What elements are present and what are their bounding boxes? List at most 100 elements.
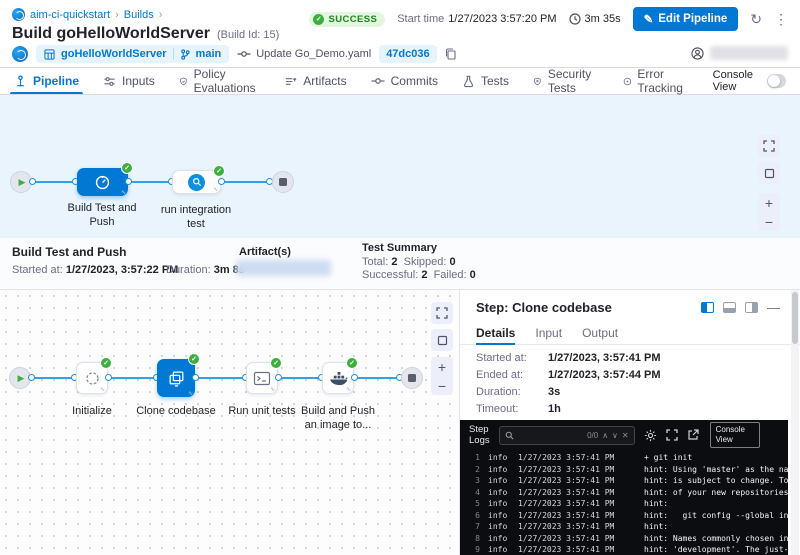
connector xyxy=(108,377,157,379)
tab-output[interactable]: Output xyxy=(582,321,618,344)
tab-details[interactable]: Details xyxy=(476,321,515,344)
log-line: 7info1/27/2023 3:57:41 PMhint: xyxy=(468,521,788,533)
log-settings-gear-icon[interactable] xyxy=(644,429,657,442)
step-label[interactable]: Initialize xyxy=(52,404,132,418)
repo-branch-pill[interactable]: goHelloWorldServer main xyxy=(36,45,229,63)
step-details-panel: Step: Clone codebase — Details Input Out… xyxy=(460,290,800,555)
check-icon: ✓ xyxy=(313,14,324,25)
step-label[interactable]: Build and Push an image to... xyxy=(288,404,388,432)
tab-policy-evaluations[interactable]: Policy Evaluations xyxy=(179,68,261,94)
step-node-initialize[interactable]: ✓ ∿ xyxy=(76,362,108,394)
tab-pipeline[interactable]: Pipeline xyxy=(14,68,79,94)
fit-view-icon xyxy=(437,335,448,346)
log-search-box[interactable]: 0/0 ∧ ∨ ✕ xyxy=(499,426,635,445)
conditional-execution-icon: ∿ xyxy=(213,186,218,193)
clock-icon xyxy=(569,13,581,25)
pencil-icon: ✎ xyxy=(644,12,654,26)
connector-port xyxy=(125,178,132,185)
tab-tests[interactable]: Tests xyxy=(462,68,509,94)
commit-message: Update Go_Demo.yaml xyxy=(237,48,371,60)
breadcrumb-builds[interactable]: Builds xyxy=(124,9,154,21)
layout-left-icon[interactable] xyxy=(701,302,714,313)
connector-port xyxy=(275,374,282,381)
inputs-icon xyxy=(103,75,116,88)
fit-view-button[interactable] xyxy=(758,162,780,184)
log-lines[interactable]: 1info1/27/2023 3:57:41 PM+ git init 2inf… xyxy=(460,450,788,555)
search-next-icon[interactable]: ∨ xyxy=(612,431,618,440)
success-check-icon: ✓ xyxy=(188,353,200,365)
scrollbar-thumb[interactable] xyxy=(792,292,798,344)
search-prev-icon[interactable]: ∧ xyxy=(602,431,608,440)
step-graph-canvas[interactable]: ▶ ✓ ∿ ✓ ∿ ✓ ∿ ✓ ∿ xyxy=(0,290,460,555)
tab-inputs[interactable]: Inputs xyxy=(103,68,155,94)
docker-whale-icon xyxy=(329,371,348,386)
stage-label[interactable]: Build Test and Push xyxy=(52,201,152,229)
build-id: (Build Id: 15) xyxy=(217,29,279,41)
fullscreen-button[interactable] xyxy=(431,302,453,324)
user-icon xyxy=(691,47,704,60)
log-external-link-icon[interactable] xyxy=(687,429,699,441)
shield-check-icon xyxy=(179,75,188,88)
step-label[interactable]: Clone codebase xyxy=(126,404,226,418)
stage-node-build-test-and-push[interactable]: ✓ ∿ xyxy=(77,168,128,196)
commit-sha[interactable]: 47dc036 xyxy=(379,45,436,63)
branch-name[interactable]: main xyxy=(196,48,222,60)
clone-codebase-icon xyxy=(167,369,186,388)
layout-bottom-icon[interactable] xyxy=(723,302,736,313)
fit-view-button[interactable] xyxy=(431,329,453,351)
vertical-scrollbar[interactable] xyxy=(791,290,799,555)
stage-node-run-integration-test[interactable]: ✓ ∿ xyxy=(172,170,221,194)
collapse-panel-icon[interactable]: — xyxy=(767,301,780,314)
fullscreen-button[interactable] xyxy=(758,135,780,157)
shield-icon xyxy=(533,75,542,88)
conditional-execution-icon: ∿ xyxy=(346,386,351,393)
zoom-out-button[interactable]: − xyxy=(431,376,453,395)
elapsed-duration: 3m 35s xyxy=(569,13,621,25)
console-view-button[interactable]: Console View xyxy=(710,422,760,448)
pipeline-icon xyxy=(14,75,27,88)
stage-graph-canvas[interactable]: ▶ ✓ ∿ ✓ ∿ Build Test and Push run integr… xyxy=(0,95,800,238)
fullscreen-icon xyxy=(763,140,775,152)
search-icon xyxy=(505,431,514,440)
tab-security-tests[interactable]: Security Tests xyxy=(533,68,599,94)
stage-details-bar: Build Test and Push Started at: 1/27/202… xyxy=(0,238,800,290)
console-view-label: Console View xyxy=(713,69,761,93)
artifact-link-redacted[interactable] xyxy=(236,260,331,276)
step-node-clone-codebase[interactable]: ✓ ∿ xyxy=(157,359,195,397)
conditional-execution-icon: ∿ xyxy=(100,386,105,393)
kebab-menu-icon[interactable]: ⋮ xyxy=(774,12,788,26)
connector xyxy=(128,181,172,183)
log-search-input[interactable] xyxy=(518,430,583,440)
tab-error-tracking[interactable]: Error Tracking xyxy=(623,68,689,94)
refresh-icon[interactable]: ↻ xyxy=(750,12,762,26)
log-line: 5info1/27/2023 3:57:41 PMhint: xyxy=(468,498,788,510)
console-view-toggle[interactable] xyxy=(767,74,786,88)
stage-name: Build Test and Push xyxy=(12,245,126,259)
toggle-knob xyxy=(768,75,780,87)
success-check-icon: ✓ xyxy=(100,357,112,369)
tab-input[interactable]: Input xyxy=(535,321,562,344)
status-badge: ✓ SUCCESS xyxy=(309,12,385,27)
zoom-in-button[interactable]: + xyxy=(431,357,453,376)
repo-name[interactable]: goHelloWorldServer xyxy=(61,48,167,60)
connector xyxy=(354,377,402,379)
tab-artifacts[interactable]: Artifacts xyxy=(284,68,346,94)
step-node-run-unit-tests[interactable]: ✓ ∿ xyxy=(246,362,278,394)
ci-gauge-icon xyxy=(94,174,111,191)
edit-pipeline-button[interactable]: ✎ Edit Pipeline xyxy=(633,7,739,31)
stage-label[interactable]: run integration test xyxy=(146,203,246,231)
copy-icon[interactable] xyxy=(445,48,456,60)
sync-icon xyxy=(84,370,101,387)
tab-commits[interactable]: Commits xyxy=(371,68,438,94)
search-close-icon[interactable]: ✕ xyxy=(622,431,629,440)
breadcrumb: aim-ci-quickstart › Builds › xyxy=(12,8,162,21)
breadcrumb-project[interactable]: aim-ci-quickstart xyxy=(30,9,110,21)
zoom-in-button[interactable]: + xyxy=(758,193,780,212)
step-node-build-and-push[interactable]: ✓ ∿ xyxy=(322,362,354,394)
layout-right-icon[interactable] xyxy=(745,302,758,313)
log-fullscreen-icon[interactable] xyxy=(666,429,678,441)
build-tabs: Pipeline Inputs Policy Evaluations Artif… xyxy=(0,68,800,95)
pipeline-end-node xyxy=(272,171,294,193)
zoom-out-button[interactable]: − xyxy=(758,212,780,231)
harness-logo-icon xyxy=(12,8,25,21)
